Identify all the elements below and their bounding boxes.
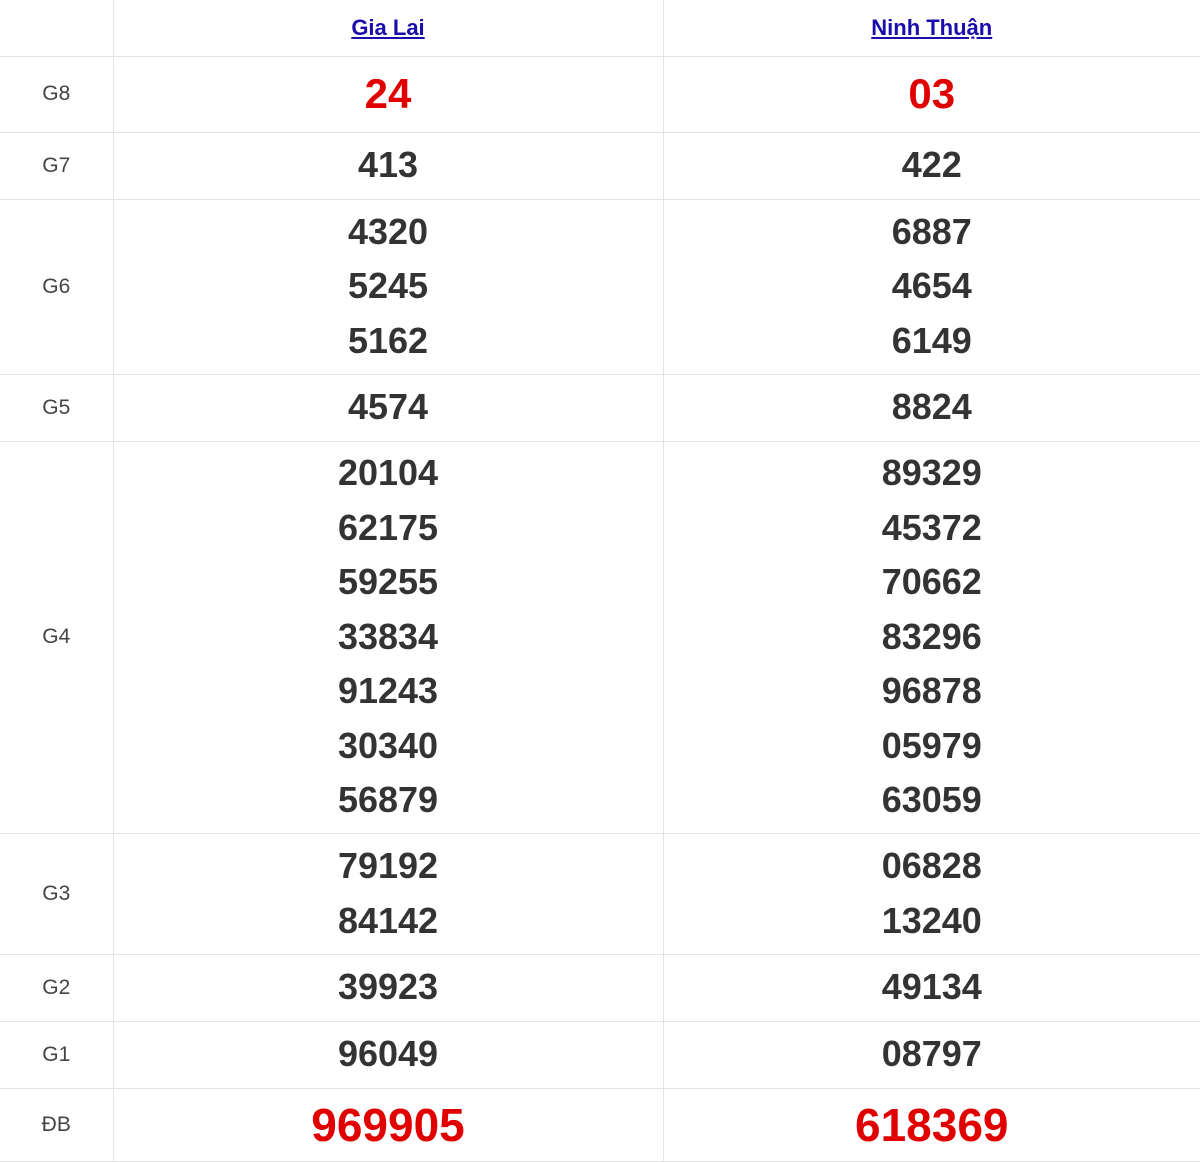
prize-label-text: G1: [42, 1042, 71, 1066]
prize-label: G1: [0, 1020, 114, 1089]
result-number: 63059: [881, 779, 982, 821]
result-number: 4574: [347, 386, 429, 428]
header-row: Gia Lai Ninh Thuận: [0, 0, 1200, 57]
prize-row-g1: G1 96049 08797: [0, 1020, 1200, 1089]
prize-label-text: G6: [42, 274, 71, 298]
result-number: 62175: [337, 506, 439, 548]
result-cell-gia-lai: 79192 84142: [112, 832, 664, 955]
header-province-ninh-thuan: Ninh Thuận: [662, 0, 1200, 57]
prize-label-text: ĐB: [41, 1112, 71, 1136]
result-number: 03: [908, 70, 956, 117]
lottery-results-table: Gia Lai Ninh Thuận G8 24 03 G7 413 422 G…: [0, 0, 1200, 1162]
result-cell-ninh-thuan: 49134: [662, 953, 1200, 1022]
result-cell-ninh-thuan: 06828 13240: [662, 832, 1200, 955]
result-number: 05979: [881, 724, 982, 766]
result-number: 13240: [881, 899, 982, 941]
result-number: 08797: [881, 1033, 982, 1075]
prize-row-special: ĐB 969905 618369: [0, 1087, 1200, 1162]
result-cell-ninh-thuan: 03: [662, 55, 1200, 133]
result-cell-gia-lai: 20104 62175 59255 33834 91243 30340 5687…: [112, 440, 664, 834]
result-number: 70662: [881, 561, 982, 603]
result-number: 59255: [337, 561, 439, 603]
result-number: 91243: [337, 670, 439, 712]
result-cell-ninh-thuan: 89329 45372 70662 83296 96878 05979 6305…: [662, 440, 1200, 834]
result-number: 83296: [881, 615, 982, 657]
result-number: 422: [901, 144, 962, 186]
result-number: 96878: [881, 670, 982, 712]
result-cell-gia-lai: 413: [112, 131, 664, 200]
province-link-gia-lai[interactable]: Gia Lai: [351, 15, 424, 40]
prize-row-g5: G5 4574 8824: [0, 373, 1200, 442]
result-number: 45372: [881, 506, 982, 548]
result-number: 33834: [337, 615, 439, 657]
result-cell-gia-lai: 39923: [112, 953, 664, 1022]
prize-label-text: G5: [42, 395, 71, 419]
result-cell-ninh-thuan: 422: [662, 131, 1200, 200]
prize-label: ĐB: [0, 1087, 114, 1162]
result-cell-ninh-thuan: 8824: [662, 373, 1200, 442]
result-number: 79192: [337, 845, 439, 886]
result-number: 20104: [337, 452, 439, 494]
result-number: 6149: [891, 319, 972, 361]
prize-row-g7: G7 413 422: [0, 131, 1200, 200]
result-number: 06828: [881, 845, 982, 886]
result-number: 5162: [347, 319, 429, 361]
result-number: 5245: [347, 265, 429, 307]
prize-row-g4: G4 20104 62175 59255 33834 91243 30340 5…: [0, 440, 1200, 834]
result-cell-gia-lai: 24: [112, 55, 664, 133]
prize-label-text: G8: [42, 82, 71, 105]
prize-label-text: G4: [42, 625, 71, 648]
result-cell-gia-lai: 4320 5245 5162: [112, 198, 664, 375]
result-cell-ninh-thuan: 618369: [662, 1087, 1200, 1162]
result-number: 413: [357, 144, 419, 186]
result-number: 24: [364, 70, 412, 117]
special-prize-number: 618369: [855, 1098, 1009, 1151]
province-link-ninh-thuan[interactable]: Ninh Thuận: [871, 15, 992, 40]
result-number: 4654: [891, 265, 972, 307]
prize-row-g3: G3 79192 84142 06828 13240: [0, 832, 1200, 955]
result-number: 96049: [337, 1033, 439, 1075]
result-cell-ninh-thuan: 6887 4654 6149: [662, 198, 1200, 375]
result-number: 89329: [881, 452, 982, 494]
prize-label: G8: [0, 55, 114, 133]
result-number: 84142: [337, 899, 439, 941]
result-number: 30340: [337, 724, 439, 766]
result-number: 6887: [891, 210, 972, 252]
result-number: 39923: [337, 966, 439, 1008]
result-number: 56879: [337, 779, 439, 821]
prize-row-g6: G6 4320 5245 5162 6887 4654 6149: [0, 198, 1200, 375]
prize-row-g2: G2 39923 49134: [0, 953, 1200, 1022]
prize-label: G6: [0, 198, 114, 375]
prize-label-text: G7: [42, 153, 71, 177]
result-number: 49134: [881, 966, 982, 1008]
special-prize-number: 969905: [311, 1098, 465, 1151]
result-cell-ninh-thuan: 08797: [662, 1020, 1200, 1089]
prize-label: G7: [0, 131, 114, 200]
prize-label: G3: [0, 832, 114, 955]
result-cell-gia-lai: 969905: [112, 1087, 664, 1162]
prize-label: G4: [0, 440, 114, 834]
prize-label-text: G3: [42, 881, 71, 905]
result-number: 8824: [891, 386, 972, 428]
result-cell-gia-lai: 4574: [112, 373, 664, 442]
prize-label: G5: [0, 373, 114, 442]
prize-label-text: G2: [42, 975, 71, 999]
result-cell-gia-lai: 96049: [112, 1020, 664, 1089]
result-number: 4320: [347, 210, 429, 252]
prize-label: G2: [0, 953, 114, 1022]
header-province-gia-lai: Gia Lai: [112, 0, 664, 57]
prize-row-g8: G8 24 03: [0, 55, 1200, 133]
header-empty-cell: [0, 0, 114, 57]
